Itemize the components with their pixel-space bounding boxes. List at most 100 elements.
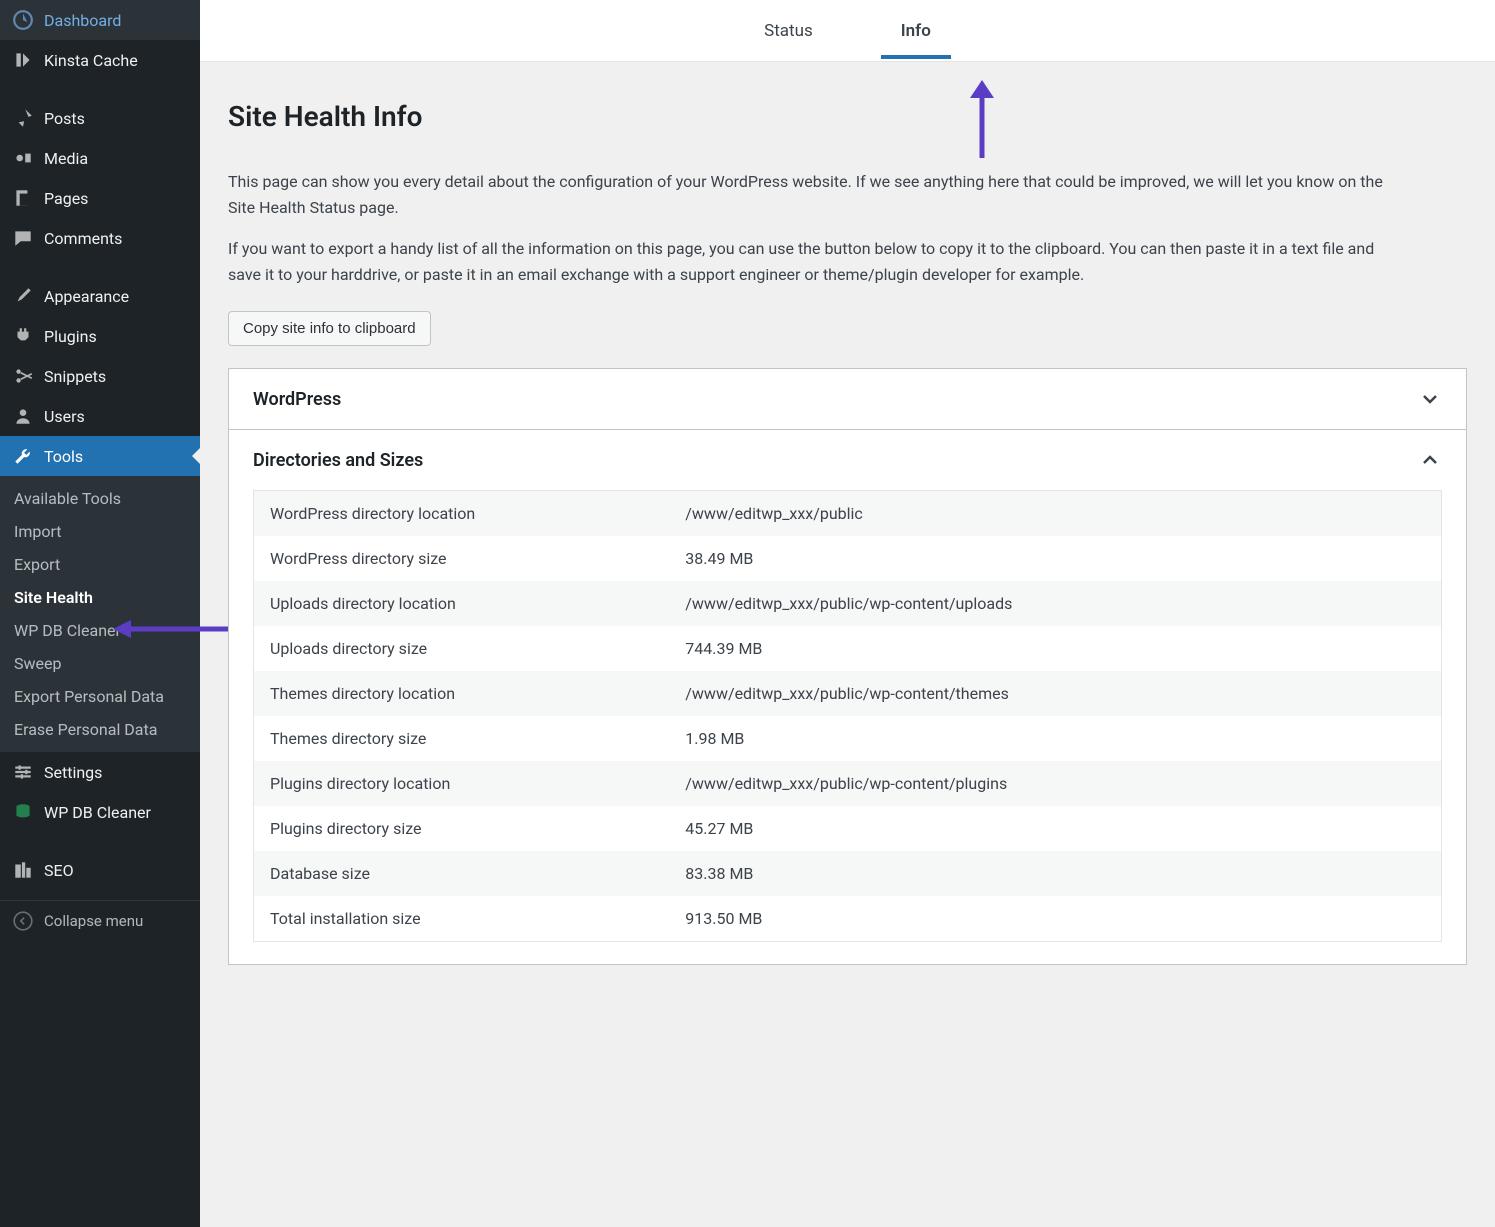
database-icon (12, 801, 34, 823)
description-1: This page can show you every detail abou… (228, 169, 1408, 220)
sidebar-item-label: Tools (44, 447, 83, 466)
sliders-icon (12, 761, 34, 783)
table-row: WordPress directory location/www/editwp_… (254, 491, 1442, 537)
table-row: Total installation size913.50 MB (254, 896, 1442, 942)
sidebar-item-appearance[interactable]: Appearance (0, 276, 200, 316)
table-cell-label: Uploads directory location (254, 581, 670, 626)
sidebar-item-label: Plugins (44, 327, 97, 346)
tab-info[interactable]: Info (881, 3, 951, 59)
media-icon (12, 147, 34, 169)
comment-icon (12, 227, 34, 249)
sub-item-available-tools[interactable]: Available Tools (0, 482, 200, 515)
sidebar-item-label: Appearance (44, 287, 129, 306)
accordion-title: Directories and Sizes (253, 450, 423, 471)
sidebar-item-label: Users (44, 407, 85, 426)
table-cell-label: Plugins directory location (254, 761, 670, 806)
sidebar-item-label: Snippets (44, 367, 106, 386)
table-cell-value: 744.39 MB (669, 626, 1441, 671)
sub-item-site-health[interactable]: Site Health (0, 581, 200, 614)
table-row: Plugins directory size45.27 MB (254, 806, 1442, 851)
scissors-icon (12, 365, 34, 387)
table-cell-value: 45.27 MB (669, 806, 1441, 851)
accordion-header-wordpress[interactable]: WordPress (229, 369, 1466, 429)
sidebar-item-media[interactable]: Media (0, 138, 200, 178)
table-cell-value: 38.49 MB (669, 536, 1441, 581)
sidebar-item-snippets[interactable]: Snippets (0, 356, 200, 396)
accordion-body-directories: WordPress directory location/www/editwp_… (229, 490, 1466, 964)
table-cell-value: /www/editwp_xxx/public/wp-content/plugin… (669, 761, 1441, 806)
sidebar-item-wp-db-cleaner[interactable]: WP DB Cleaner (0, 792, 200, 832)
sidebar-item-plugins[interactable]: Plugins (0, 316, 200, 356)
sidebar-item-posts[interactable]: Posts (0, 98, 200, 138)
brush-icon (12, 285, 34, 307)
sidebar-item-label: Posts (44, 109, 85, 128)
tab-status[interactable]: Status (744, 3, 833, 59)
tabs-bar: Status Info (200, 0, 1495, 62)
sidebar-item-label: Media (44, 149, 88, 168)
table-row: Themes directory size1.98 MB (254, 716, 1442, 761)
table-row: Uploads directory size744.39 MB (254, 626, 1442, 671)
sidebar-item-label: Comments (44, 229, 122, 248)
sidebar-item-label: SEO (44, 861, 74, 880)
sidebar-item-label: Kinsta Cache (44, 51, 138, 70)
accordion-header-directories[interactable]: Directories and Sizes (229, 430, 1466, 490)
table-cell-label: Plugins directory size (254, 806, 670, 851)
annotation-arrow-up-icon (962, 80, 1002, 158)
plug-icon (12, 325, 34, 347)
table-row: Uploads directory location/www/editwp_xx… (254, 581, 1442, 626)
sidebar-item-comments[interactable]: Comments (0, 218, 200, 258)
table-cell-label: WordPress directory size (254, 536, 670, 581)
seo-icon (12, 859, 34, 881)
sidebar-item-dashboard[interactable]: Dashboard (0, 0, 200, 40)
sub-item-export-personal-data[interactable]: Export Personal Data (0, 680, 200, 713)
table-cell-value: /www/editwp_xxx/public/wp-content/themes (669, 671, 1441, 716)
table-cell-value: /www/editwp_xxx/public (669, 491, 1441, 537)
table-row: WordPress directory size38.49 MB (254, 536, 1442, 581)
table-cell-label: Total installation size (254, 896, 670, 942)
table-cell-label: Themes directory location (254, 671, 670, 716)
sidebar-item-tools[interactable]: Tools (0, 436, 200, 476)
sub-item-import[interactable]: Import (0, 515, 200, 548)
sidebar-item-users[interactable]: Users (0, 396, 200, 436)
sub-item-erase-personal-data[interactable]: Erase Personal Data (0, 713, 200, 746)
table-cell-value: 913.50 MB (669, 896, 1441, 942)
dashboard-icon (12, 9, 34, 31)
table-cell-label: WordPress directory location (254, 491, 670, 537)
collapse-menu[interactable]: Collapse menu (0, 900, 200, 941)
accordion-title: WordPress (253, 389, 341, 410)
directories-table: WordPress directory location/www/editwp_… (253, 490, 1442, 942)
page-title: Site Health Info (228, 100, 1467, 133)
table-cell-label: Uploads directory size (254, 626, 670, 671)
chevron-down-icon (1418, 387, 1442, 411)
pin-icon (12, 107, 34, 129)
table-cell-value: 83.38 MB (669, 851, 1441, 896)
annotation-arrow-left-icon (113, 614, 228, 644)
page-icon (12, 187, 34, 209)
user-icon (12, 405, 34, 427)
sub-item-sweep[interactable]: Sweep (0, 647, 200, 680)
sidebar-item-label: Pages (44, 189, 88, 208)
copy-site-info-button[interactable]: Copy site info to clipboard (228, 311, 431, 346)
table-cell-label: Database size (254, 851, 670, 896)
table-row: Themes directory location/www/editwp_xxx… (254, 671, 1442, 716)
accordion-wordpress: WordPress (228, 368, 1467, 430)
sidebar-item-label: Dashboard (44, 11, 121, 30)
table-row: Database size83.38 MB (254, 851, 1442, 896)
collapse-icon (12, 910, 34, 932)
description-2: If you want to export a handy list of al… (228, 236, 1408, 287)
wrench-icon (12, 445, 34, 467)
sidebar-item-pages[interactable]: Pages (0, 178, 200, 218)
sidebar-item-kinsta-cache[interactable]: Kinsta Cache (0, 40, 200, 80)
kinsta-icon (12, 49, 34, 71)
sidebar-item-label: Settings (44, 763, 102, 782)
sidebar-item-settings[interactable]: Settings (0, 752, 200, 792)
table-cell-label: Themes directory size (254, 716, 670, 761)
sidebar-item-label: WP DB Cleaner (44, 803, 151, 822)
table-row: Plugins directory location/www/editwp_xx… (254, 761, 1442, 806)
table-cell-value: 1.98 MB (669, 716, 1441, 761)
collapse-label: Collapse menu (44, 912, 143, 930)
chevron-up-icon (1418, 448, 1442, 472)
sidebar-item-seo[interactable]: SEO (0, 850, 200, 890)
sub-item-export[interactable]: Export (0, 548, 200, 581)
accordion-directories: Directories and Sizes WordPress director… (228, 430, 1467, 965)
